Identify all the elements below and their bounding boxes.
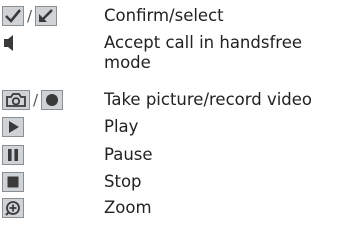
- stop-icon: [2, 172, 24, 192]
- play-icon: [2, 117, 24, 137]
- icon-separator: /: [33, 91, 39, 109]
- label-take-picture: Take picture/record video: [104, 90, 313, 109]
- label-stop: Stop: [104, 172, 142, 191]
- label-play: Play: [104, 117, 139, 136]
- pause-icon: [2, 145, 24, 165]
- icon-separator: /: [27, 7, 33, 25]
- legend-page: { "items": [ { "icons": ["checkmark-icon…: [0, 0, 341, 247]
- check-arrow-icon: [35, 6, 58, 26]
- label-handsfree-line-2: mode: [104, 53, 151, 72]
- label-handsfree-line-1: Accept call in handsfree: [104, 33, 302, 52]
- label-pause: Pause: [104, 145, 153, 164]
- record-icon: [41, 90, 64, 110]
- label-confirm-select: Confirm/select: [104, 6, 224, 25]
- label-zoom: Zoom: [104, 198, 152, 217]
- zoom-icon: [2, 198, 24, 218]
- checkmark-icon: [2, 6, 24, 26]
- speaker-icon: [2, 33, 16, 53]
- camera-icon: [2, 90, 30, 110]
